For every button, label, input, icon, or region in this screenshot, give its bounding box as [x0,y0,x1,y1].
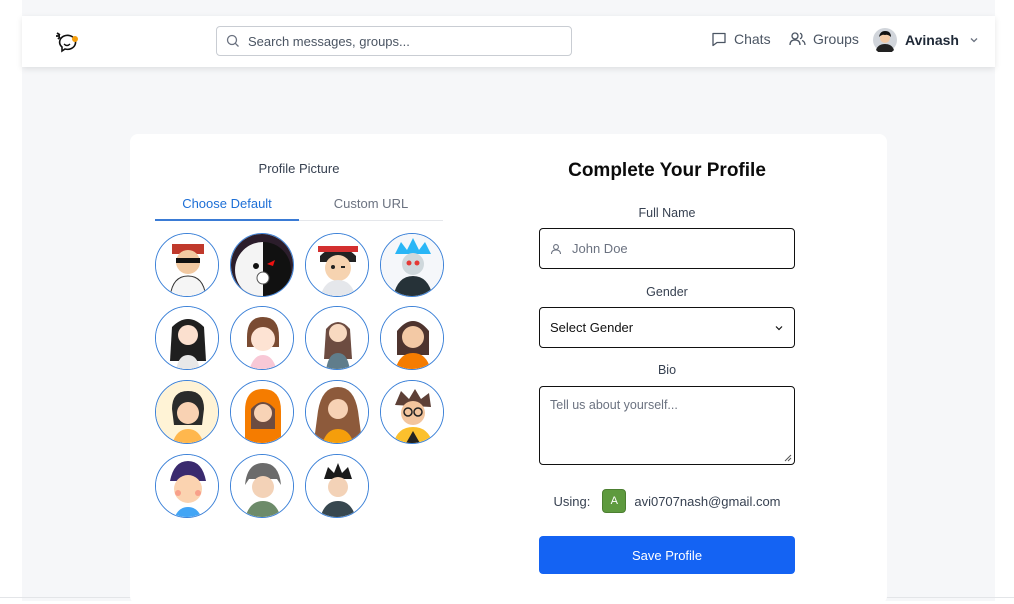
user-menu[interactable]: Avinash [873,28,979,52]
gender-label: Gender [646,285,688,299]
avatar-option[interactable] [305,306,369,370]
avatar-option[interactable] [380,380,444,444]
avatar-option[interactable] [305,233,369,297]
top-navbar: Chats Groups Avinash [22,16,995,67]
user-avatar [873,28,897,52]
avatar-option[interactable] [305,454,369,518]
avatar-option[interactable] [155,454,219,518]
avatar-option[interactable] [230,380,294,444]
profile-card: Profile Picture Choose Default Custom UR… [130,134,887,604]
search-icon [226,34,239,47]
search-input[interactable] [248,33,548,49]
avatar-option[interactable] [380,233,444,297]
nav-chats[interactable]: Chats [711,31,771,47]
user-name: Avinash [905,32,959,48]
account-initial-badge: A [602,489,627,513]
tab-choose-default[interactable]: Choose Default [155,190,299,221]
avatar-option[interactable] [155,306,219,370]
using-label: Using: [553,493,591,509]
avatar-option[interactable] [155,233,219,297]
chevron-down-icon [775,325,783,330]
search-bar[interactable] [216,26,572,56]
avatar-option[interactable] [155,380,219,444]
gender-selected-value: Select Gender [550,320,634,335]
full-name-input[interactable] [572,241,772,256]
avatar-option[interactable] [230,233,294,297]
account-info: Using: A avi0707nash@gmail.com [539,489,795,513]
avatar-option[interactable] [305,380,369,444]
avatar-option[interactable] [230,454,294,518]
bio-field[interactable] [539,386,795,465]
bio-label: Bio [657,363,677,377]
full-name-label: Full Name [638,206,696,220]
users-icon [789,32,806,46]
account-email: avi0707nash@gmail.com [634,493,781,509]
picture-tabs: Choose Default Custom URL [155,190,443,221]
save-profile-button[interactable]: Save Profile [539,536,795,574]
avatar-option[interactable] [230,306,294,370]
form-title: Complete Your Profile [568,160,766,181]
nav-groups[interactable]: Groups [789,31,859,47]
nav-chats-label: Chats [734,31,771,47]
user-icon [550,243,562,254]
resize-handle-icon[interactable] [784,454,792,462]
avatar-option[interactable] [380,306,444,370]
tab-custom-url[interactable]: Custom URL [299,190,443,220]
profile-picture-label: Profile Picture [258,161,340,176]
full-name-field[interactable] [539,228,795,269]
nav-groups-label: Groups [813,31,859,47]
gender-select[interactable]: Select Gender [539,307,795,348]
chevron-down-icon [970,38,978,43]
chat-icon [712,32,726,47]
bio-textarea[interactable] [540,387,794,464]
app-logo-icon[interactable] [52,27,80,55]
